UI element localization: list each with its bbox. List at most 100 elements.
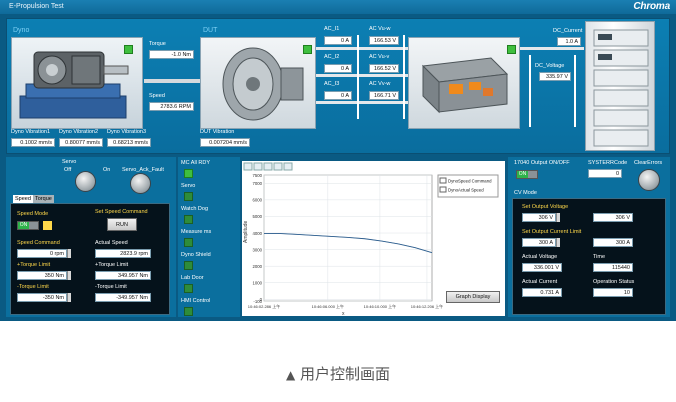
- actual-voltage-value: 336.001 V: [522, 263, 562, 272]
- power-supply-icon: [593, 29, 649, 147]
- dut-motor: [200, 37, 316, 129]
- pos-torque-limit-label: +Torque Limit: [17, 262, 51, 268]
- y-tick-label: 1000: [252, 281, 262, 286]
- time-label: Time: [593, 254, 606, 260]
- x-tick-label: 10:46:02.286 上午: [248, 303, 280, 309]
- speed-control-box: Speed Torque Speed Mode ON Set Speed Com…: [10, 195, 170, 315]
- speed-mode-indicator: [43, 221, 52, 230]
- set-output-current-input[interactable]: 300 A: [522, 238, 556, 247]
- speed-mode-toggle[interactable]: ON: [17, 221, 39, 230]
- actual-pos-torque-value: 349.957 Nm: [95, 271, 151, 280]
- tab-speed[interactable]: Speed: [13, 195, 33, 203]
- status-watchdog-led: [184, 215, 193, 224]
- servo-on-label: On: [103, 167, 111, 173]
- output-toggle[interactable]: ON: [516, 170, 538, 179]
- speed-chart-panel: 7500 7000 6000 5000 4000 3000 2000 1000 0 -100 10:…: [242, 161, 505, 317]
- set-output-current-stepper[interactable]: [556, 238, 560, 247]
- inverter-icon: [421, 57, 509, 114]
- x-tick-label: 10:46:10.000 上午: [364, 303, 396, 309]
- tab-torque[interactable]: Torque: [33, 195, 54, 203]
- ac-vuw-value: 166.53 V: [369, 36, 399, 45]
- status-measure-led: [184, 238, 193, 247]
- x-tick-label: 10:46:12.206 上午: [411, 303, 443, 309]
- y-tick-label: 7000: [252, 181, 262, 186]
- neg-torque-limit-stepper[interactable]: [67, 293, 71, 302]
- chart-export-tool[interactable]: [283, 162, 293, 171]
- mc-all-rdy-label: MC All RDY: [181, 160, 211, 166]
- legend-speed-command: DynoSpeed Command: [448, 179, 492, 184]
- ac-vvw-label: AC Vv-w: [369, 81, 391, 87]
- graph-display-button[interactable]: Graph Display: [446, 291, 500, 303]
- speed-value: 2783.6 RPM: [149, 102, 194, 111]
- status-dyno-shield-label: Dyno Shield: [181, 252, 211, 258]
- dc-arrow-2: [574, 55, 576, 127]
- actual-speed-label: Actual Speed: [95, 240, 128, 246]
- app-window: E-Propulsion Test Chroma Dyno Torque -1.…: [0, 0, 676, 321]
- chart-legend: DynoSpeed Command DynoActual Speed: [437, 174, 499, 198]
- speed-mode-toggle-on: ON: [18, 222, 29, 229]
- power-supply-cabinet: [585, 21, 655, 151]
- ac-arrow-1: [357, 35, 359, 119]
- actual-current-label: Actual Current: [522, 279, 558, 285]
- dyno-vibration2-label: Dyno Vibration2: [59, 129, 99, 135]
- ac-i2-value: 0 A: [324, 64, 352, 73]
- run-button[interactable]: RUN: [107, 218, 137, 231]
- set-speed-command-label: Set Speed Command: [95, 209, 148, 215]
- system-diagram: Dyno Torque -1.0 Nm Speed 2783.6 RPM Dyn…: [6, 18, 670, 154]
- servo-ack-fault-button[interactable]: [130, 173, 151, 194]
- chart-pan-tool[interactable]: [253, 162, 263, 171]
- ac-i2-label: AC_I2: [324, 54, 340, 60]
- clear-errors-label: ClearErrors: [634, 160, 663, 166]
- servo-knob[interactable]: [75, 171, 96, 192]
- pos-torque-limit-input[interactable]: 350 Nm: [17, 271, 67, 280]
- set-output-voltage-input[interactable]: 306 V: [522, 213, 556, 222]
- speed-command-input[interactable]: 0 rpm: [17, 249, 67, 258]
- shaft: [144, 79, 201, 83]
- y-tick-label: 7500: [252, 173, 262, 178]
- dc-current-label: DC_Current: [553, 28, 583, 34]
- dc-voltage-label: DC_Voltage: [535, 63, 565, 69]
- pos-torque-limit-stepper[interactable]: [67, 271, 71, 280]
- status-servo-label: Servo: [181, 183, 196, 189]
- chart-select-tool[interactable]: [263, 162, 273, 171]
- operation-status-value: 10: [593, 288, 633, 297]
- window-title: E-Propulsion Test: [9, 3, 64, 10]
- clear-errors-button[interactable]: [638, 169, 660, 191]
- output-current-readback: 300 A: [593, 238, 633, 247]
- servo-label: Servo: [62, 159, 77, 165]
- title-bar: E-Propulsion Test Chroma: [0, 0, 676, 14]
- y-tick-label: 2000: [252, 264, 262, 269]
- dc-line: [520, 47, 584, 50]
- inverter-status-led: [507, 45, 516, 54]
- ac-line-3: [316, 101, 408, 104]
- inverter: [408, 37, 520, 129]
- ac-vuv-label: AC Vu-v: [369, 54, 390, 60]
- dc-arrow-1: [529, 55, 531, 127]
- chart-zoom-tool[interactable]: [243, 162, 253, 171]
- set-output-voltage-stepper[interactable]: [556, 213, 560, 222]
- ac-i1-label: AC_I1: [324, 26, 340, 32]
- set-output-current-label: Set Output Current Limit: [522, 229, 582, 235]
- status-watchdog-label: Watch Dog: [181, 206, 209, 212]
- neg-torque-limit-input[interactable]: -350 Nm: [17, 293, 67, 302]
- dut-label: DUT: [203, 27, 218, 34]
- actual-pos-torque-label: +Torque Limit: [95, 262, 129, 268]
- speed-command-label: Speed Command: [17, 240, 60, 246]
- brand-logo: Chroma: [633, 1, 670, 12]
- status-dyno-shield-led: [184, 261, 193, 270]
- dyno-vibration3-label: Dyno Vibration3: [107, 129, 147, 135]
- actual-neg-torque-label: -Torque Limit: [95, 284, 127, 290]
- dc-current-value: 1.0 A: [557, 37, 581, 46]
- ac-vvw-value: 166.71 V: [369, 91, 399, 100]
- dyno-vibration1-label: Dyno Vibration1: [11, 129, 51, 135]
- chart-reset-tool[interactable]: [273, 162, 283, 171]
- y-tick-label: 3000: [252, 247, 262, 252]
- status-measure-label: Measure ms: [181, 229, 212, 235]
- actual-neg-torque-value: -349.957 Nm: [95, 293, 151, 302]
- speed-command-stepper[interactable]: [67, 249, 71, 258]
- set-output-voltage-label: Set Output Voltage: [522, 204, 569, 210]
- ac-i3-value: 0 A: [324, 91, 352, 100]
- dut-motor-icon: [222, 47, 304, 121]
- cv-mode-label: CV Mode: [514, 190, 537, 196]
- output-onoff-label: 17040 Output ON/OFF: [514, 160, 570, 166]
